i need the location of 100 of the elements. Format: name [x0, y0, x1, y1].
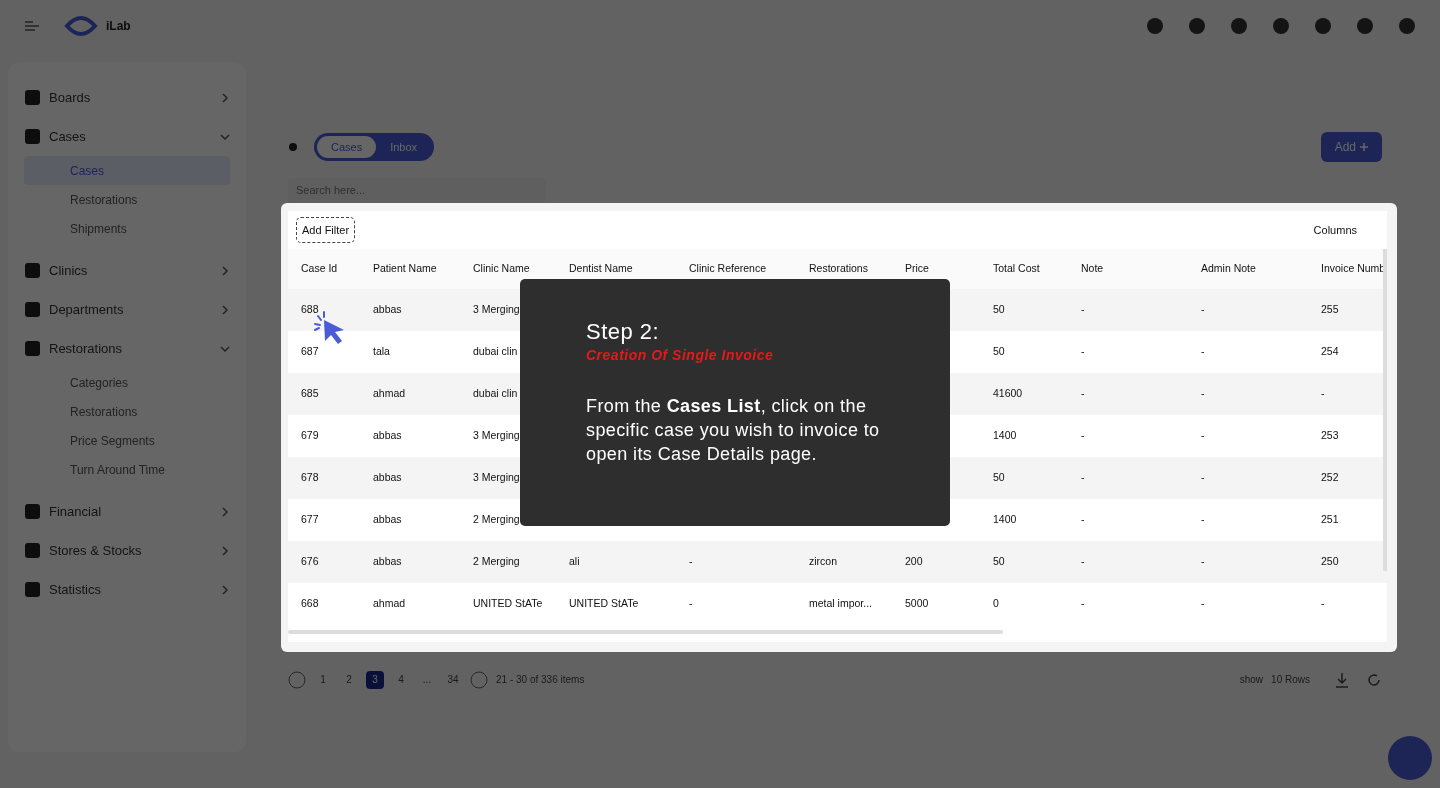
plus-icon — [1360, 143, 1368, 151]
sidebar-subitem[interactable]: Cases — [24, 156, 230, 185]
column-header: Total Cost — [993, 261, 1041, 277]
sidebar-item[interactable]: Restorations — [24, 329, 230, 368]
table-cell-text: - — [1081, 554, 1086, 570]
table-cell-text: - — [1201, 302, 1206, 318]
table-cell-text: dubai clin — [473, 344, 519, 360]
column-header: Clinic Name — [473, 261, 531, 277]
sidebar-subitem[interactable]: Turn Around Time — [24, 455, 230, 484]
table-cell-text: UNITED StATe — [569, 596, 640, 612]
table-cell-text: 250 — [1321, 554, 1340, 570]
sidebar-subitem[interactable]: Categories — [24, 368, 230, 397]
tooltip-text: From the Cases List, click on the specific case you wish to invoice to open its Case Details page. — [586, 395, 881, 467]
table-cell-text: - — [1081, 386, 1086, 402]
columns-button[interactable]: Columns — [1307, 220, 1363, 240]
table-cell-text: metal impor... — [809, 596, 874, 612]
table-cell-text: - — [1321, 596, 1326, 612]
table-cell-text: 3 Merging — [473, 302, 521, 318]
table-cell-text: - — [1081, 512, 1086, 528]
table-cell-text: - — [689, 596, 694, 612]
column-header: Clinic Reference — [689, 261, 768, 277]
sidebar-item[interactable]: Departments — [24, 290, 230, 329]
table-cell-text: 3 Merging — [473, 428, 521, 444]
table-cell-text: - — [1081, 470, 1086, 486]
sidebar-subitem[interactable]: Restorations — [24, 397, 230, 426]
sidebar-subitem[interactable]: Restorations — [24, 185, 230, 214]
column-header: Patient Name — [373, 261, 438, 277]
previous-page-icon[interactable] — [288, 670, 306, 689]
table-cell-text: 50 — [993, 344, 1006, 360]
show-label: show — [1239, 673, 1264, 687]
table-cell-text: 254 — [1321, 344, 1340, 360]
table-cell-text: zircon — [809, 554, 838, 570]
table-cell-text: - — [1201, 554, 1206, 570]
table-cell-text: 679 — [301, 428, 320, 444]
table-cell-text: tala — [373, 344, 391, 360]
sidebar-item[interactable]: Stores & Stocks — [24, 531, 230, 570]
table-cell-text: 677 — [301, 512, 320, 528]
table-cell-text: 1400 — [993, 512, 1018, 528]
table-cell-text: - — [1081, 302, 1086, 318]
page-link[interactable]: 34 — [444, 670, 462, 689]
table-cell-text: 252 — [1321, 470, 1340, 486]
tooltip-subtitle: Creation Of Single Invoice — [586, 346, 775, 366]
table-cell-text: - — [1201, 386, 1206, 402]
table-cell-text: - — [1201, 470, 1206, 486]
table-cell-text: - — [1201, 596, 1206, 612]
table-cell-text: 1400 — [993, 428, 1018, 444]
pagination-summary: 21 - 30 of 336 items — [496, 673, 585, 687]
add-button[interactable]: Add — [1320, 132, 1382, 162]
table-cell-text: 3 Merging — [473, 470, 521, 486]
chat-button[interactable] — [1388, 736, 1432, 780]
sidebar-item[interactable]: Financial — [24, 492, 230, 531]
sidebar-item[interactable]: Boards — [24, 78, 230, 117]
table-cell-text: - — [1201, 428, 1206, 444]
tab[interactable]: Cases — [317, 135, 377, 159]
dot-icon — [288, 142, 298, 152]
table-cell-text: 50 — [993, 302, 1006, 318]
column-header: Note — [1081, 261, 1105, 277]
next-page-icon[interactable] — [470, 670, 488, 689]
horizontal-scrollbar[interactable] — [288, 630, 1003, 634]
column-header: Price — [905, 261, 930, 277]
page-link[interactable]: 1 — [314, 670, 332, 689]
table-cell-text: - — [689, 554, 694, 570]
table-cell-text: - — [1321, 386, 1326, 402]
table-cell-text: abbas — [373, 554, 403, 570]
table-cell-text: - — [1081, 428, 1086, 444]
sidebar-subitem[interactable]: Price Segments — [24, 426, 230, 455]
menu-icon[interactable] — [24, 20, 40, 32]
table-cell-text: 2 Merging — [473, 512, 521, 528]
page-link[interactable]: 3 — [366, 670, 384, 689]
page-link[interactable]: 4 — [392, 670, 410, 689]
table-cell-text: ahmad — [373, 596, 407, 612]
table-cell-text: abbas — [373, 428, 403, 444]
table-cell-text: - — [1201, 512, 1206, 528]
sidebar-item[interactable]: Statistics — [24, 570, 230, 609]
table-cell-text: 50 — [993, 554, 1006, 570]
add-filter-button[interactable]: Add Filter — [296, 216, 356, 244]
sidebar-item[interactable]: Clinics — [24, 251, 230, 290]
table-cell-text: 668 — [301, 596, 320, 612]
page-link[interactable]: ... — [418, 670, 436, 689]
column-header: Case Id — [301, 261, 339, 277]
table-cell-text: 688 — [301, 302, 320, 318]
sidebar-subitem[interactable]: Shipments — [24, 214, 230, 243]
tab[interactable]: Inbox — [376, 135, 432, 159]
table-cell-text: dubai clin — [473, 386, 519, 402]
refresh-icon[interactable] — [1366, 671, 1382, 688]
download-icon[interactable] — [1334, 671, 1350, 688]
table-cell-text: 41600 — [993, 386, 1024, 402]
rows-dropdown[interactable]: 10 Rows — [1271, 672, 1310, 687]
page-link[interactable]: 2 — [340, 670, 358, 689]
table-cell-text: abbas — [373, 302, 403, 318]
table-cell-text: 255 — [1321, 302, 1340, 318]
table-cell-text: 687 — [301, 344, 320, 360]
table-cell-text: - — [1081, 596, 1086, 612]
sidebar-item[interactable]: Cases — [24, 117, 230, 156]
table-cell-text: abbas — [373, 470, 403, 486]
column-header: Admin Note — [1201, 261, 1257, 277]
table-cell-text: 2 Merging — [473, 554, 521, 570]
table-cell-text: - — [1201, 344, 1206, 360]
column-header: Dentist Name — [569, 261, 634, 277]
table-cell-text: ali — [569, 554, 581, 570]
